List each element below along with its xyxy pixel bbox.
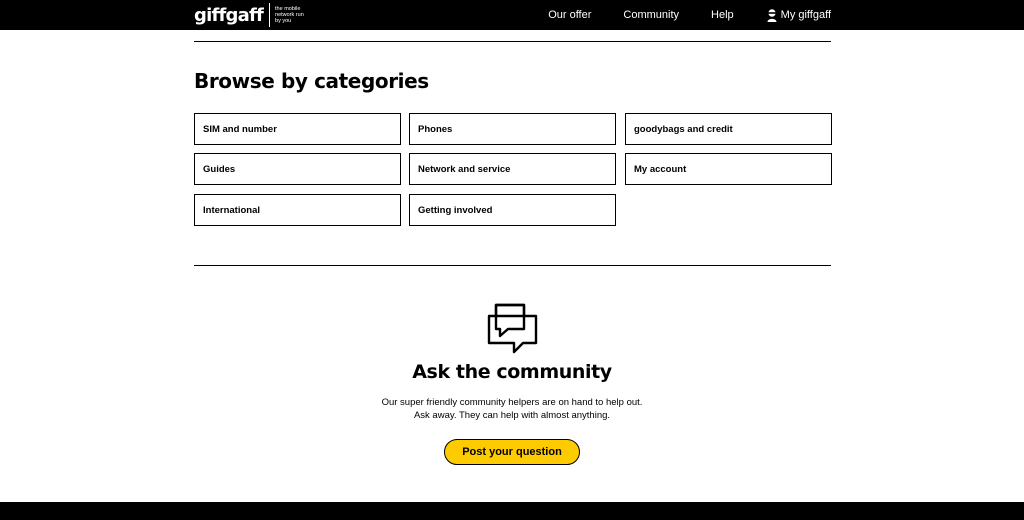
chat-bubbles-icon	[487, 303, 538, 354]
logo-wordmark: giffgaff	[194, 4, 264, 26]
footer-bar	[0, 502, 1024, 520]
ask-community-description: Our super friendly community helpers are…	[381, 397, 643, 421]
category-getting-involved[interactable]: Getting involved	[409, 194, 616, 226]
user-icon	[767, 8, 777, 22]
top-divider	[194, 41, 831, 42]
nav-community[interactable]: Community	[623, 9, 679, 21]
category-phones[interactable]: Phones	[409, 113, 616, 145]
category-goodybags-and-credit[interactable]: goodybags and credit	[625, 113, 832, 145]
category-my-account[interactable]: My account	[625, 153, 832, 185]
logo-tagline: the mobile network run by you	[275, 6, 304, 24]
logo-divider	[269, 3, 271, 27]
main-nav: Our offer Community Help My giffgaff	[548, 0, 831, 30]
account-label: My giffgaff	[780, 9, 831, 21]
section-divider	[194, 265, 831, 266]
ask-community-title: Ask the community	[412, 361, 612, 383]
top-navigation-bar: giffgaff the mobile network run by you O…	[0, 0, 1024, 30]
categories-heading: Browse by categories	[194, 69, 429, 93]
post-question-button[interactable]: Post your question	[444, 439, 580, 465]
nav-help[interactable]: Help	[711, 9, 734, 21]
category-international[interactable]: International	[194, 194, 401, 226]
my-giffgaff-link[interactable]: My giffgaff	[767, 8, 831, 22]
category-guides[interactable]: Guides	[194, 153, 401, 185]
category-network-and-service[interactable]: Network and service	[409, 153, 616, 185]
category-sim-and-number[interactable]: SIM and number	[194, 113, 401, 145]
nav-our-offer[interactable]: Our offer	[548, 9, 591, 21]
giffgaff-logo[interactable]: giffgaff the mobile network run by you	[194, 3, 309, 27]
